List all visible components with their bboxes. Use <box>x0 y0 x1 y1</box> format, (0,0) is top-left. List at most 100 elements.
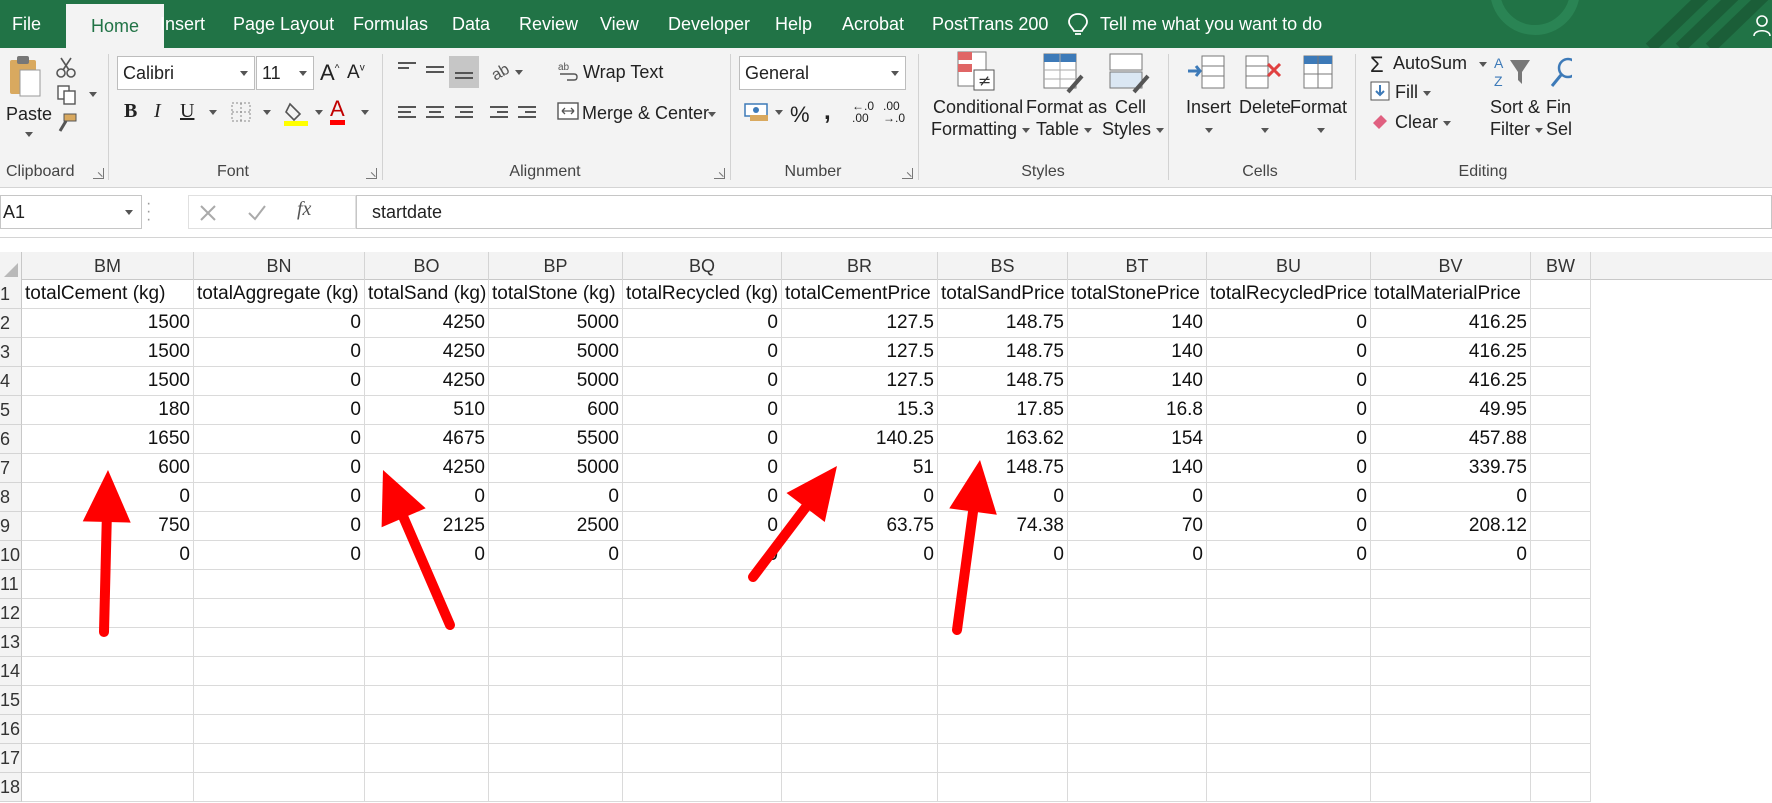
cell[interactable] <box>623 599 782 628</box>
cell[interactable] <box>194 628 365 657</box>
cell[interactable] <box>1531 773 1591 802</box>
cell[interactable]: 0 <box>623 425 782 454</box>
cell[interactable]: totalStone (kg) <box>489 280 623 309</box>
cell[interactable] <box>489 628 623 657</box>
cell[interactable] <box>1531 396 1591 425</box>
font-launcher-icon[interactable] <box>366 168 377 179</box>
cell[interactable] <box>22 599 194 628</box>
cell[interactable] <box>1371 599 1531 628</box>
cell[interactable] <box>1207 657 1371 686</box>
increase-decimal-button[interactable]: ←.0 .00 <box>852 100 878 124</box>
cell[interactable] <box>938 570 1068 599</box>
cell[interactable]: 1500 <box>22 309 194 338</box>
select-all-corner[interactable] <box>0 252 22 280</box>
number-launcher-icon[interactable] <box>902 168 913 179</box>
cell[interactable]: 339.75 <box>1371 454 1531 483</box>
cell[interactable]: 2125 <box>365 512 489 541</box>
cell[interactable]: 0 <box>194 396 365 425</box>
row-header-12[interactable]: 12 <box>0 599 22 628</box>
column-header-bt[interactable]: BT <box>1068 252 1207 280</box>
cell[interactable]: 0 <box>194 309 365 338</box>
cell[interactable]: 148.75 <box>938 309 1068 338</box>
cell[interactable]: 127.5 <box>782 309 938 338</box>
cell[interactable] <box>365 686 489 715</box>
cell[interactable] <box>194 744 365 773</box>
cell[interactable]: 1500 <box>22 367 194 396</box>
cell[interactable]: 154 <box>1068 425 1207 454</box>
cell[interactable] <box>623 570 782 599</box>
cell[interactable] <box>194 686 365 715</box>
cell[interactable] <box>1531 309 1591 338</box>
orientation-icon[interactable]: ab <box>489 61 513 85</box>
cell[interactable] <box>489 744 623 773</box>
cell[interactable] <box>365 628 489 657</box>
cell[interactable]: 457.88 <box>1371 425 1531 454</box>
cell[interactable] <box>623 773 782 802</box>
wrap-text-icon[interactable]: ab <box>558 60 578 82</box>
align-left-icon[interactable] <box>398 106 416 122</box>
cell[interactable]: 0 <box>365 541 489 570</box>
cell[interactable] <box>489 715 623 744</box>
formula-input[interactable]: startdate <box>356 195 1772 229</box>
font-color-button[interactable]: A <box>330 98 345 125</box>
cell[interactable] <box>1531 541 1591 570</box>
row-header-5[interactable]: 5 <box>0 396 22 425</box>
cell[interactable]: 0 <box>623 483 782 512</box>
comma-button[interactable]: , <box>824 98 831 126</box>
merge-center-button[interactable]: Merge & Center <box>582 103 709 124</box>
cell[interactable] <box>1068 744 1207 773</box>
delete-cells-button[interactable]: Delete <box>1236 50 1292 150</box>
cell[interactable] <box>1531 686 1591 715</box>
row-header-8[interactable]: 8 <box>0 483 22 512</box>
cell[interactable]: 0 <box>782 483 938 512</box>
underline-button[interactable]: U <box>180 100 194 123</box>
column-header-bv[interactable]: BV <box>1371 252 1531 280</box>
cell[interactable]: 0 <box>1371 541 1531 570</box>
formula-bar-grip-icon[interactable]: · · · <box>146 196 151 228</box>
column-header-bn[interactable]: BN <box>194 252 365 280</box>
cell[interactable]: 148.75 <box>938 454 1068 483</box>
cell[interactable] <box>938 773 1068 802</box>
cell[interactable] <box>194 599 365 628</box>
cut-icon[interactable] <box>56 56 76 78</box>
tab-data[interactable]: Data <box>452 0 490 48</box>
cell[interactable] <box>1371 715 1531 744</box>
cell[interactable] <box>938 715 1068 744</box>
cell[interactable]: 140.25 <box>782 425 938 454</box>
row-header-11[interactable]: 11 <box>0 570 22 599</box>
cell[interactable]: 5000 <box>489 454 623 483</box>
number-format-select[interactable]: General <box>739 56 906 90</box>
grow-font-button[interactable]: A^ <box>320 60 339 86</box>
accounting-format-icon[interactable] <box>744 100 770 122</box>
cell[interactable]: 4675 <box>365 425 489 454</box>
tell-me-search[interactable]: Tell me what you want to do <box>1100 0 1322 48</box>
cell[interactable]: totalAggregate (kg) <box>194 280 365 309</box>
column-header-br[interactable]: BR <box>782 252 938 280</box>
conditional-formatting-button[interactable]: ≠ Conditional Formatting <box>928 50 1031 150</box>
shrink-font-button[interactable]: Av <box>347 62 365 84</box>
cell[interactable]: 0 <box>782 541 938 570</box>
cell[interactable] <box>1207 570 1371 599</box>
cell[interactable] <box>1068 657 1207 686</box>
format-painter-icon[interactable] <box>56 112 78 134</box>
cell[interactable] <box>1531 280 1591 309</box>
cell[interactable]: 510 <box>365 396 489 425</box>
row-header-10[interactable]: 10 <box>0 541 22 570</box>
row-header-14[interactable]: 14 <box>0 657 22 686</box>
cell[interactable]: totalCement (kg) <box>22 280 194 309</box>
cell[interactable]: 0 <box>623 309 782 338</box>
tab-review[interactable]: Review <box>519 0 578 48</box>
row-header-16[interactable]: 16 <box>0 715 22 744</box>
align-middle-icon[interactable] <box>426 66 444 82</box>
align-right-icon[interactable] <box>455 106 473 122</box>
cell[interactable] <box>194 657 365 686</box>
cell[interactable]: totalSandPrice <box>938 280 1068 309</box>
cell[interactable]: 0 <box>623 396 782 425</box>
tab-posttrans[interactable]: PostTrans 200 <box>932 0 1048 48</box>
row-header-13[interactable]: 13 <box>0 628 22 657</box>
paste-button[interactable]: Paste <box>4 54 52 144</box>
cell[interactable]: 0 <box>623 367 782 396</box>
merge-center-icon[interactable] <box>557 100 579 122</box>
row-header-7[interactable]: 7 <box>0 454 22 483</box>
cell[interactable] <box>938 657 1068 686</box>
